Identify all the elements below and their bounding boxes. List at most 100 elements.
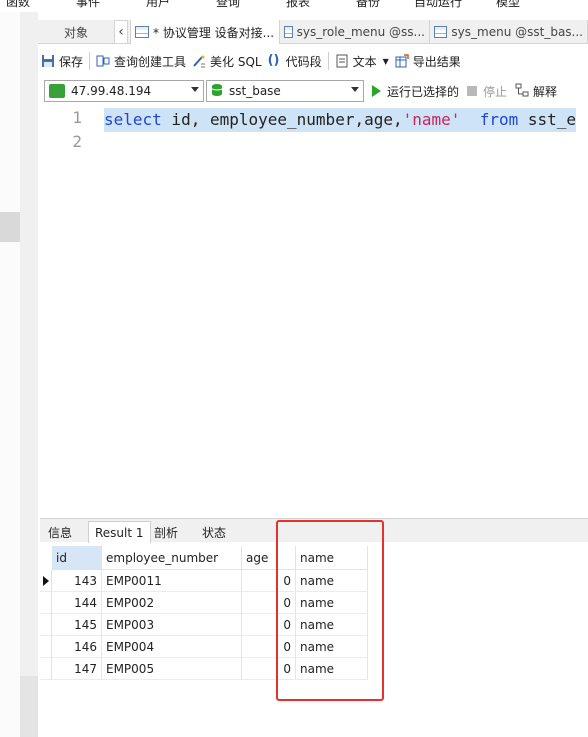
cell-employee-number[interactable]: EMP004 <box>102 636 242 658</box>
tab-label: sys_menu @sst_bas... <box>451 25 583 39</box>
cell-employee-number[interactable]: EMP003 <box>102 614 242 636</box>
current-row-arrow-icon <box>42 575 49 586</box>
sql-code-line[interactable]: select id, employee_number,age,'name' fr… <box>104 108 577 132</box>
tab-query-editor[interactable]: * 协议管理 设备对接... <box>130 20 280 44</box>
save-button[interactable]: 保存 <box>38 50 86 72</box>
cell-age[interactable]: 0 <box>242 636 296 658</box>
cell-id[interactable]: 146 <box>52 636 102 658</box>
row-selector[interactable] <box>40 658 52 680</box>
cell-name[interactable]: name <box>296 658 368 680</box>
tab-objects-label: 对象 <box>63 25 88 40</box>
table-name: sst_e <box>518 110 577 129</box>
explain-button[interactable]: 解释 <box>515 83 557 100</box>
cell-age[interactable]: 0 <box>242 614 296 636</box>
cell-id[interactable]: 145 <box>52 614 102 636</box>
run-selected-button[interactable]: 运行已选择的 <box>372 83 459 100</box>
row-selector[interactable] <box>40 614 52 636</box>
document-icon <box>335 54 349 68</box>
cell-id[interactable]: 144 <box>52 592 102 614</box>
stop-label: 停止 <box>483 84 508 99</box>
tab-profile[interactable]: 剖析 <box>148 521 184 543</box>
query-builder-label: 查询创建工具 <box>114 54 187 69</box>
tab-status[interactable]: 状态 <box>196 521 232 543</box>
export-results-button[interactable]: 导出结果 <box>392 50 464 72</box>
cell-employee-number[interactable]: EMP002 <box>102 592 242 614</box>
beautify-label: 美化 SQL <box>210 54 262 69</box>
cell-age[interactable]: 0 <box>242 570 296 592</box>
code-snippet-button[interactable]: () 代码段 <box>265 50 325 72</box>
table-icon <box>284 26 293 38</box>
export-label: 导出结果 <box>412 54 461 69</box>
cell-age[interactable]: 0 <box>242 658 296 680</box>
column-header-employee-number[interactable]: employee_number <box>102 546 242 570</box>
cell-name[interactable]: name <box>296 614 368 636</box>
row-pointer[interactable] <box>40 570 52 592</box>
text-mode-button[interactable]: 文本 ▼ <box>332 50 392 72</box>
left-divider <box>20 12 38 737</box>
menu-events[interactable]: 事件 <box>76 0 100 10</box>
table-icon <box>135 26 149 38</box>
parentheses-icon: () <box>267 53 280 68</box>
code-snippet-label: 代码段 <box>285 54 322 69</box>
connection-bar: 47.99.48.194 sst_base 运行已选择的 停止 解释 <box>38 78 588 104</box>
connection-select[interactable]: 47.99.48.194 <box>44 80 204 102</box>
tab-label: sys_role_menu @ss... <box>296 25 425 39</box>
table-icon <box>434 26 448 38</box>
tab-bar: 对象 ‹ * 协议管理 设备对接... sys_role_menu @ss...… <box>38 20 588 44</box>
tab-status-label: 状态 <box>202 525 227 540</box>
text-mode-label: 文本 <box>352 54 377 69</box>
column-header-name[interactable]: name <box>296 546 368 570</box>
stop-button[interactable]: 停止 <box>467 83 507 100</box>
tab-result-1[interactable]: Result 1 <box>88 521 151 543</box>
left-divider-lower <box>20 676 38 737</box>
cell-name[interactable]: name <box>296 570 368 592</box>
export-icon <box>395 54 409 68</box>
beautify-icon <box>192 54 206 68</box>
column-header-age[interactable]: age <box>242 546 296 570</box>
caret-down-icon[interactable]: ▼ <box>383 57 389 66</box>
column-list: id, employee_number,age, <box>161 110 403 129</box>
tab-message[interactable]: 信息 <box>42 521 78 543</box>
cell-employee-number[interactable]: EMP0011 <box>102 570 242 592</box>
beautify-sql-button[interactable]: 美化 SQL <box>189 50 265 72</box>
cell-id[interactable]: 143 <box>52 570 102 592</box>
left-panel-marker <box>0 212 20 242</box>
explain-icon <box>515 83 529 100</box>
menu-functions[interactable]: 函数 <box>6 0 30 10</box>
cell-name[interactable]: name <box>296 636 368 658</box>
menu-automation[interactable]: 自动运行 <box>414 0 462 10</box>
row-selector[interactable] <box>40 592 52 614</box>
connection-icon <box>49 84 65 98</box>
line-number: 1 <box>72 108 82 127</box>
tab-label: * 协议管理 设备对接... <box>153 25 275 40</box>
cell-employee-number[interactable]: EMP005 <box>102 658 242 680</box>
menu-query[interactable]: 查询 <box>216 0 240 10</box>
string-literal: 'name' <box>402 110 461 129</box>
editor-toolbar: 保存 查询创建工具 美化 SQL () 代码段 文本 ▼ 导出结果 <box>38 48 588 74</box>
database-name: sst_base <box>229 84 281 98</box>
tab-sys-role-menu[interactable]: sys_role_menu @ss... <box>280 20 430 44</box>
cell-age[interactable]: 0 <box>242 592 296 614</box>
tab-result-1-label: Result 1 <box>95 525 144 540</box>
query-builder-button[interactable]: 查询创建工具 <box>93 50 189 72</box>
line-number-gutter: 1 2 <box>38 106 88 516</box>
cell-name[interactable]: name <box>296 592 368 614</box>
menu-model[interactable]: 模型 <box>496 0 520 10</box>
column-header-id[interactable]: id <box>52 546 102 570</box>
database-select[interactable]: sst_base <box>206 80 364 102</box>
menu-backup[interactable]: 备份 <box>356 0 380 10</box>
menu-users[interactable]: 用户 <box>146 0 170 10</box>
tab-objects[interactable]: 对象 <box>38 20 114 44</box>
menu-reports[interactable]: 报表 <box>286 0 310 10</box>
query-builder-icon <box>96 54 110 68</box>
sql-editor[interactable]: 1 2 select id, employee_number,age,'name… <box>38 106 588 516</box>
row-selector[interactable] <box>40 636 52 658</box>
stop-icon <box>467 86 478 96</box>
tab-sys-menu[interactable]: sys_menu @sst_bas... <box>430 20 588 44</box>
result-grid[interactable]: id employee_number age name 143 EMP0011 … <box>40 546 588 686</box>
chevron-left-icon[interactable]: ‹ <box>114 20 128 44</box>
tab-message-label: 信息 <box>48 525 73 540</box>
line-number: 2 <box>72 132 82 151</box>
cell-id[interactable]: 147 <box>52 658 102 680</box>
